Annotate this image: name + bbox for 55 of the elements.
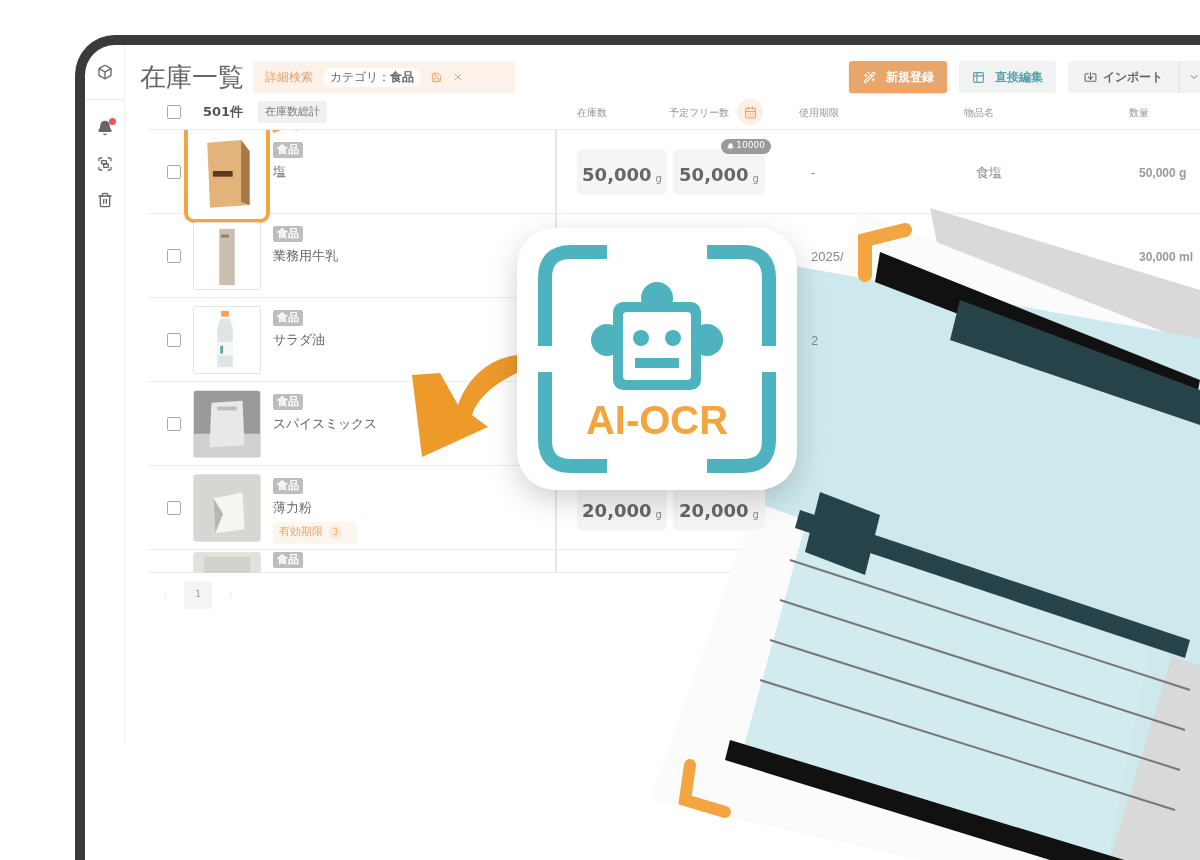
result-count: 501件 <box>203 103 244 122</box>
category-tag: 食品 <box>273 552 303 568</box>
checkbox[interactable] <box>167 501 181 515</box>
expiry-date: - <box>811 164 816 180</box>
column-header: 使用期限 <box>799 105 840 120</box>
stock-cell: 50,000 g <box>577 148 667 195</box>
checkbox[interactable] <box>167 165 181 179</box>
filter-label[interactable]: 詳細検索 <box>265 68 313 86</box>
bell-icon[interactable] <box>96 120 113 136</box>
column-header: 物品名 <box>964 105 995 120</box>
item-name: 業務用牛乳 <box>273 247 338 265</box>
dropdown-button[interactable] <box>1180 61 1200 93</box>
category-tag: 食品 <box>273 142 303 158</box>
new-entry-button[interactable]: 新規登録 <box>849 61 947 93</box>
calendar-icon <box>743 105 757 119</box>
total-stock-tag[interactable]: 在庫数総計 <box>258 101 328 123</box>
close-icon[interactable] <box>452 71 464 83</box>
expiry-date: 2 <box>811 332 819 348</box>
checkbox[interactable] <box>167 249 181 263</box>
quantity: 30,000 ml <box>1139 249 1194 264</box>
import-icon <box>1084 70 1097 84</box>
item-name: サラダ油 <box>273 331 325 349</box>
expiry-tag: 有効期限 3 <box>273 521 357 544</box>
checkbox[interactable] <box>167 333 181 347</box>
quantity: 50,000 g <box>1139 165 1187 180</box>
filter-chip[interactable]: カテゴリ：食品 <box>323 67 421 87</box>
category-tag: 食品 <box>273 394 303 410</box>
product-name: 食塩 <box>976 164 1002 180</box>
item-name: 薄力粉 <box>273 499 312 517</box>
cube-icon[interactable] <box>96 64 113 80</box>
category-tag: 食品 <box>273 478 303 494</box>
page-title: 在庫一覧 <box>140 64 244 90</box>
item-name: スパイスミックス <box>273 415 377 433</box>
column-header: 在庫数 <box>577 105 608 120</box>
checkbox[interactable] <box>167 417 181 431</box>
badge-label: AI-OCR <box>584 400 730 440</box>
save-icon[interactable] <box>431 71 442 83</box>
alert-badge: 10000 <box>721 138 771 154</box>
checkbox[interactable] <box>167 105 181 119</box>
robot-icon <box>591 280 723 392</box>
page-number[interactable]: 1 <box>184 581 212 609</box>
item-name: 塩 <box>273 163 286 181</box>
table-icon <box>972 70 985 84</box>
trash-icon[interactable] <box>96 192 113 208</box>
group-icon[interactable] <box>96 156 113 172</box>
scan-frame-icon <box>537 244 777 474</box>
expiry-date: 2025/ <box>811 248 844 264</box>
category-tag: 食品 <box>273 310 303 326</box>
wand-icon <box>862 70 876 84</box>
category-tag: 食品 <box>273 226 303 242</box>
calendar-button[interactable] <box>737 99 763 125</box>
import-button[interactable]: インポート <box>1068 61 1180 93</box>
direct-edit-button[interactable]: 直接編集 <box>959 61 1056 93</box>
column-header: 数量 <box>1129 105 1149 120</box>
column-header: 予定フリー数 <box>669 105 729 120</box>
